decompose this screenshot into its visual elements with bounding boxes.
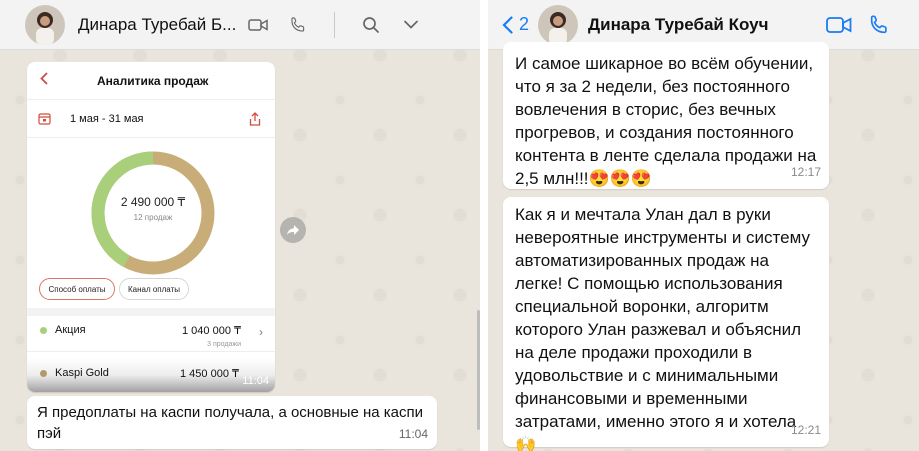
video-camera-icon[interactable]	[238, 5, 278, 45]
analytics-title: Аналитика продаж	[97, 73, 209, 88]
phone-icon[interactable]	[859, 5, 899, 45]
message-bubble[interactable]: Как я и мечтала Улан дал в руки невероят…	[503, 197, 829, 451]
analytics-row: Kaspi Gold 1 450 000 ₸	[27, 358, 275, 392]
series-dot	[40, 327, 47, 334]
analytics-topbar: Аналитика продаж	[27, 62, 275, 100]
left-chat-header: Динара Туребай Б...	[0, 0, 480, 50]
row-count: 3 продажи	[207, 341, 241, 348]
right-chat-panel: 2 Динара Туребай Коуч И самое шикарное в…	[488, 0, 919, 451]
message-time: 12:21	[790, 423, 821, 437]
message-text: Как я и мечтала Улан дал в руки невероят…	[515, 205, 810, 451]
back-button[interactable]: 2	[502, 14, 529, 35]
list-separator	[27, 308, 275, 316]
analytics-total-count: 12 продаж	[133, 213, 173, 222]
series-dot	[40, 370, 47, 377]
analytics-row: Акция 1 040 000 ₸ 3 продажи ›	[27, 316, 275, 352]
forward-icon[interactable]	[280, 217, 306, 243]
search-icon[interactable]	[351, 5, 391, 45]
row-amount: 1 040 000 ₸	[182, 325, 241, 337]
analytics-total: 2 490 000 ₸	[120, 195, 186, 209]
row-label: Kaspi Gold	[55, 367, 109, 379]
share-icon	[249, 112, 261, 131]
message-text: Я предоплаты на каспи получала, а основн…	[37, 404, 424, 442]
analytics-date-row: 1 мая - 31 мая	[27, 100, 275, 138]
header-separator	[334, 11, 335, 38]
contact-name[interactable]: Динара Туребай Б...	[78, 15, 238, 35]
unread-count: 2	[519, 14, 530, 34]
message-bubble[interactable]: И самое шикарное во всём обучении, что я…	[503, 42, 829, 189]
row-amount: 1 450 000 ₸	[180, 368, 239, 380]
chevron-right-icon: ›	[259, 325, 263, 339]
message-time: 11:04	[398, 427, 428, 441]
chip-payment-channel: Канал оплаты	[119, 278, 189, 300]
message-text: И самое шикарное во всём обучении, что я…	[515, 54, 817, 188]
back-arrow-icon	[27, 71, 61, 90]
chip-payment-method: Способ оплаты	[39, 278, 115, 300]
analytics-date-range: 1 мая - 31 мая	[70, 112, 144, 125]
chevron-left-icon	[502, 15, 513, 34]
message-time: 11:04	[242, 375, 269, 387]
left-chat-panel: Динара Туребай Б... Аналитика продаж 1 м…	[0, 0, 480, 451]
message-time: 12:17	[790, 165, 821, 179]
video-camera-icon[interactable]	[819, 5, 859, 45]
contact-name[interactable]: Динара Туребай Коуч	[588, 15, 768, 35]
phone-icon[interactable]	[278, 5, 318, 45]
chevron-down-icon[interactable]	[391, 5, 431, 45]
contact-avatar[interactable]	[25, 4, 65, 45]
panel-divider	[480, 0, 488, 451]
row-label: Акция	[55, 324, 86, 336]
calendar-icon	[27, 112, 61, 125]
contact-avatar[interactable]	[538, 4, 579, 45]
message-bubble[interactable]: Я предоплаты на каспи получала, а основн…	[27, 396, 437, 449]
sales-analytics-image-message[interactable]: Аналитика продаж 1 мая - 31 мая 2 490 00…	[27, 62, 275, 392]
